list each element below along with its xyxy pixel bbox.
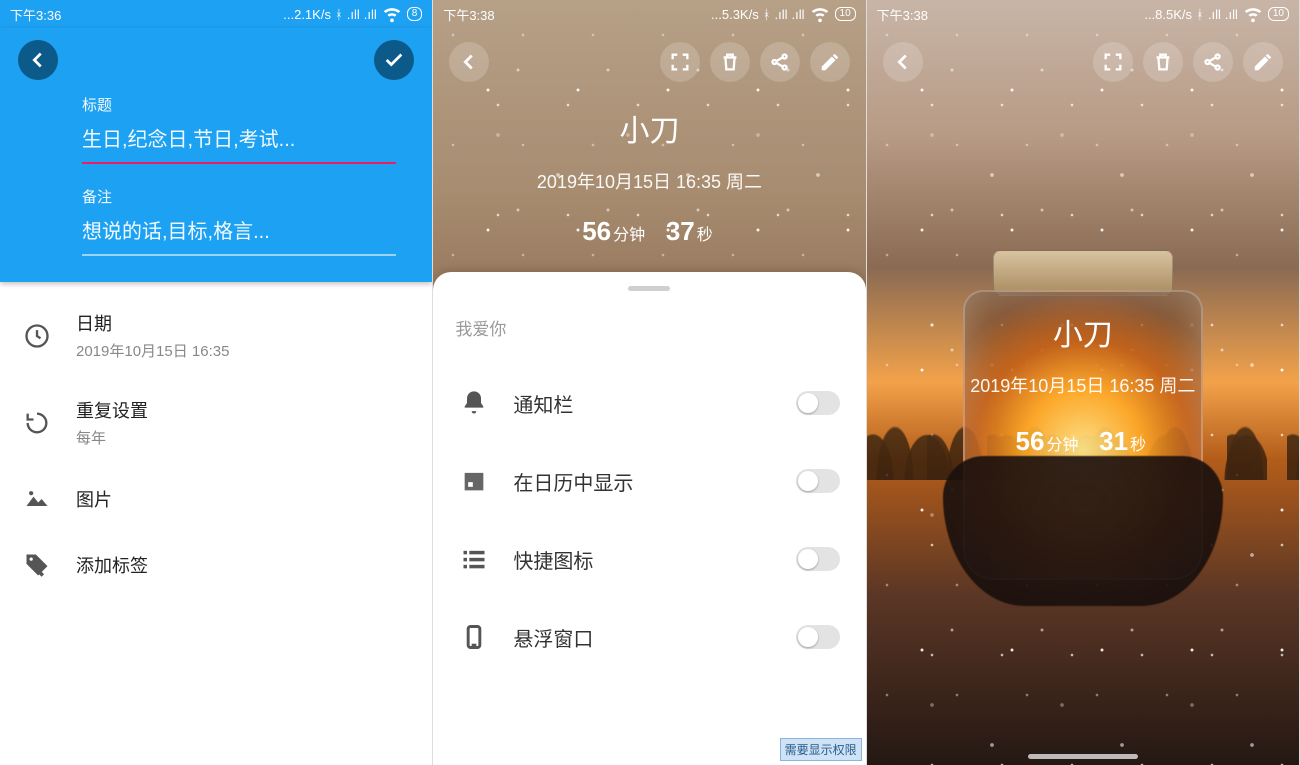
- drag-handle-icon[interactable]: [628, 286, 670, 291]
- status-net: ...5.3K/s: [711, 7, 759, 22]
- bottom-sheet[interactable]: 我爱你 通知栏 在日历中显示 快捷图标 悬浮窗: [433, 272, 865, 765]
- event-title: 小刀: [867, 310, 1299, 354]
- cd-min-u: 分钟: [613, 227, 645, 244]
- status-time: 下午3:36: [10, 5, 61, 24]
- permission-tag[interactable]: 需要显示权限: [780, 738, 862, 761]
- wifi-icon: [381, 2, 403, 27]
- edit-header: 标题 备注: [0, 28, 432, 282]
- row-float[interactable]: 悬浮窗口: [433, 598, 865, 676]
- signal-icon: .ıll: [1208, 7, 1221, 22]
- note-input[interactable]: [82, 215, 396, 256]
- detail-toolbar: [433, 28, 865, 96]
- signal-icon: .ıll: [364, 7, 377, 22]
- row-notification-label: 通知栏: [513, 389, 573, 418]
- status-time: 下午3:38: [877, 5, 928, 24]
- status-net: ...2.1K/s: [283, 7, 331, 22]
- cd-min-n: 56: [582, 216, 611, 246]
- cd-sec-n: 37: [666, 216, 695, 246]
- fullscreen-button[interactable]: [660, 42, 700, 82]
- signal-icon: .ıll: [775, 7, 788, 22]
- cd-min-n: 56: [1016, 426, 1045, 456]
- countdown: 56分钟 31秒: [867, 426, 1299, 457]
- countdown: 56分钟 37秒: [433, 216, 865, 247]
- title-input[interactable]: [82, 123, 396, 164]
- event-date: 2019年10月15日 16:35 周二: [867, 372, 1299, 398]
- note-label: 备注: [82, 186, 396, 207]
- repeat-icon: [22, 408, 52, 438]
- wifi-icon: [809, 2, 831, 27]
- share-button[interactable]: [760, 42, 800, 82]
- cd-sec-u: 秒: [1130, 437, 1146, 454]
- status-bar: 下午3:36 ...2.1K/s ᚼ .ıll .ıll 8: [0, 0, 432, 28]
- back-button[interactable]: [449, 42, 489, 82]
- back-button[interactable]: [883, 42, 923, 82]
- signal-icon: .ıll: [1225, 7, 1238, 22]
- option-date[interactable]: 日期 2019年10月15日 16:35: [0, 292, 432, 379]
- signal-icon: .ıll: [792, 7, 805, 22]
- cd-sec-u: 秒: [697, 227, 713, 244]
- bell-icon: [459, 388, 489, 418]
- battery-badge: 10: [835, 7, 856, 21]
- row-calendar[interactable]: 在日历中显示: [433, 442, 865, 520]
- screen-edit-event: 下午3:36 ...2.1K/s ᚼ .ıll .ıll 8 标题 备注: [0, 0, 433, 765]
- row-float-label: 悬浮窗口: [513, 623, 593, 652]
- list-icon: [459, 544, 489, 574]
- edit-button[interactable]: [1243, 42, 1283, 82]
- fullscreen-button[interactable]: [1093, 42, 1133, 82]
- bluetooth-icon: ᚼ: [335, 7, 343, 22]
- hero: 小刀 2019年10月15日 16:35 周二 56分钟 31秒: [867, 300, 1299, 457]
- hero: 小刀 2019年10月15日 16:35 周二 56分钟 37秒: [433, 106, 865, 247]
- battery-badge: 8: [407, 7, 423, 21]
- row-calendar-label: 在日历中显示: [513, 467, 633, 496]
- back-button[interactable]: [18, 40, 58, 80]
- tag-icon: [22, 550, 52, 580]
- option-tag-label: 添加标签: [76, 552, 148, 578]
- image-icon: [22, 484, 52, 514]
- option-image-label: 图片: [76, 486, 112, 512]
- status-bar: 下午3:38 ...8.5K/s ᚼ .ıll .ıll 10: [867, 0, 1299, 28]
- option-image[interactable]: 图片: [0, 466, 432, 532]
- event-date: 2019年10月15日 16:35 周二: [433, 168, 865, 194]
- calendar-icon: [459, 466, 489, 496]
- option-tag[interactable]: 添加标签: [0, 532, 432, 598]
- delete-button[interactable]: [1143, 42, 1183, 82]
- cd-min-u: 分钟: [1046, 437, 1078, 454]
- nav-handle-icon[interactable]: [1028, 754, 1138, 759]
- confirm-button[interactable]: [374, 40, 414, 80]
- switch-calendar[interactable]: [796, 469, 840, 493]
- status-net: ...8.5K/s: [1144, 7, 1192, 22]
- options-list: 日期 2019年10月15日 16:35 重复设置 每年 图片: [0, 282, 432, 598]
- title-label: 标题: [82, 94, 396, 115]
- option-repeat-label: 重复设置: [76, 397, 148, 423]
- status-time: 下午3:38: [443, 5, 494, 24]
- switch-float[interactable]: [796, 625, 840, 649]
- clock-icon: [22, 321, 52, 351]
- option-repeat-value: 每年: [76, 427, 148, 448]
- edit-button[interactable]: [810, 42, 850, 82]
- status-bar: 下午3:38 ...5.3K/s ᚼ .ıll .ıll 10: [433, 0, 865, 28]
- row-shortcut[interactable]: 快捷图标: [433, 520, 865, 598]
- sheet-subtitle: 我爱你: [433, 311, 865, 364]
- row-notification[interactable]: 通知栏: [433, 364, 865, 442]
- event-title: 小刀: [433, 106, 865, 150]
- option-repeat[interactable]: 重复设置 每年: [0, 379, 432, 466]
- battery-badge: 10: [1268, 7, 1289, 21]
- detail-toolbar: [867, 28, 1299, 96]
- screen-detail-sheet: 下午3:38 ...5.3K/s ᚼ .ıll .ıll 10: [433, 0, 866, 765]
- share-button[interactable]: [1193, 42, 1233, 82]
- wifi-icon: [1242, 2, 1264, 27]
- bluetooth-icon: ᚼ: [763, 7, 771, 22]
- switch-notification[interactable]: [796, 391, 840, 415]
- option-date-value: 2019年10月15日 16:35: [76, 340, 229, 361]
- switch-shortcut[interactable]: [796, 547, 840, 571]
- row-shortcut-label: 快捷图标: [513, 545, 593, 574]
- option-date-label: 日期: [76, 310, 229, 336]
- delete-button[interactable]: [710, 42, 750, 82]
- cd-sec-n: 31: [1099, 426, 1128, 456]
- bluetooth-icon: ᚼ: [1196, 7, 1204, 22]
- signal-icon: .ıll: [347, 7, 360, 22]
- phone-icon: [459, 622, 489, 652]
- screen-detail-full: 下午3:38 ...8.5K/s ᚼ .ıll .ıll 10 小刀 2019年…: [867, 0, 1300, 765]
